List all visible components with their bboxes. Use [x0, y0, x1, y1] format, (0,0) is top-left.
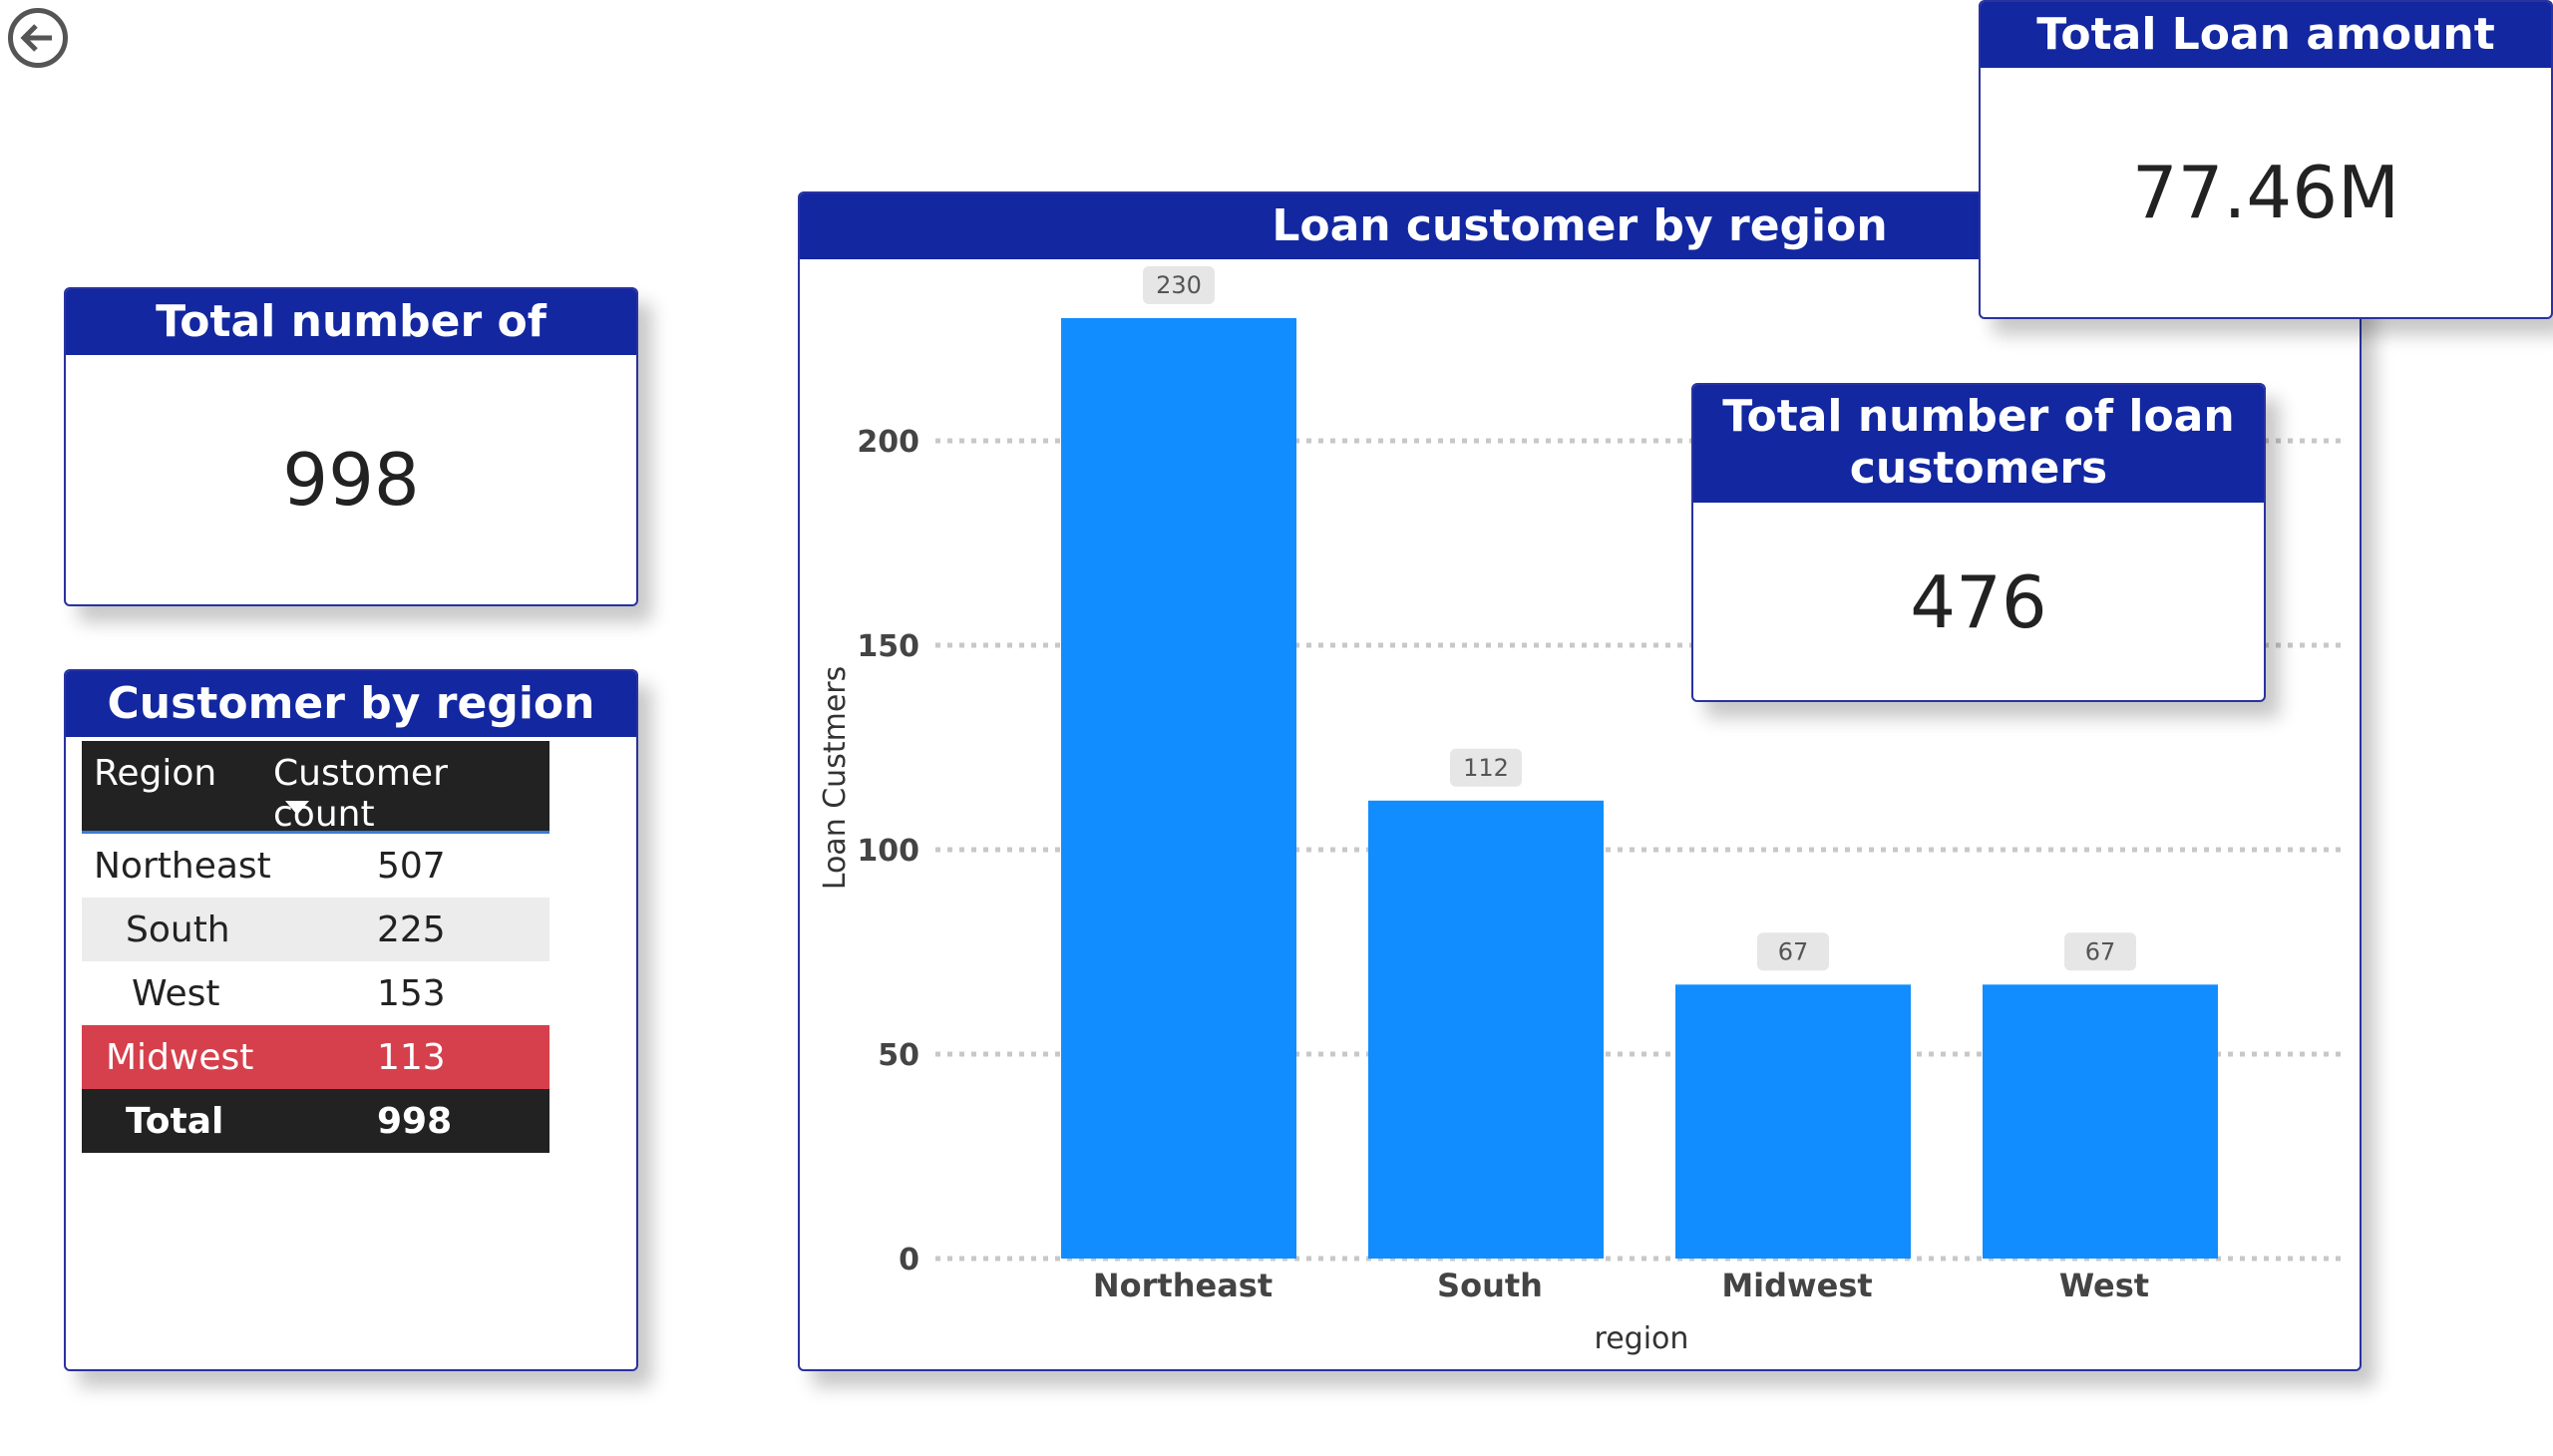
cell-count: 153	[377, 973, 446, 1014]
table-row[interactable]: Northeast 507	[82, 834, 549, 898]
chart-card-loan-customer-by-region: Loan customer by region 0 50 100 150 200 230 N…	[798, 191, 2362, 1371]
y-axis-label: Loan Custmers	[818, 666, 853, 890]
table-header: Region Customer count	[82, 741, 549, 835]
table-total-row: Total 998	[82, 1089, 549, 1153]
kpi-card-total-loan-amount: Total Loan amount 77.46M	[1979, 0, 2553, 319]
total-value: 998	[377, 1101, 453, 1142]
card-title-line-1: Total number of loan	[1722, 391, 2235, 442]
card-title: Total number of customers	[66, 289, 636, 413]
data-label: 67	[2085, 937, 2116, 965]
data-label: 230	[1156, 271, 1202, 299]
kpi-value: 476	[1910, 560, 2047, 644]
table-row[interactable]: Midwest 113	[82, 1025, 549, 1089]
y-tick-label: 150	[857, 629, 919, 664]
cell-region: Northeast	[94, 846, 271, 887]
x-tick-label: South	[1437, 1267, 1543, 1304]
x-axis-label: region	[1595, 1321, 1689, 1356]
bar	[1675, 984, 1911, 1259]
cell-region: West	[132, 973, 220, 1014]
cell-count: 113	[377, 1037, 446, 1078]
y-tick-label: 0	[899, 1243, 919, 1277]
bar	[1061, 318, 1296, 1259]
sort-descending-icon[interactable]	[285, 801, 309, 815]
kpi-card-total-customers: Total number of customers 998	[64, 287, 638, 606]
cell-region: South	[126, 910, 230, 950]
data-label: 67	[1778, 937, 1809, 965]
table-card-customer-by-region: Customer by region Region Customer count…	[64, 669, 638, 1371]
column-header-customer-count[interactable]: Customer count	[273, 753, 549, 835]
card-title: Total Loan amount	[1981, 2, 2551, 68]
card-title: Total number of loan customers	[1693, 385, 2264, 503]
cell-region: Midwest	[106, 1037, 254, 1078]
kpi-value: 77.46M	[2131, 151, 2400, 234]
back-button[interactable]	[8, 8, 68, 68]
x-tick-label: Northeast	[1093, 1267, 1273, 1304]
bar	[1368, 800, 1604, 1259]
table-row[interactable]: West 153	[82, 961, 549, 1025]
bar	[1983, 984, 2218, 1259]
kpi-card-total-loan-customers: Total number of loan customers 476	[1691, 383, 2266, 702]
y-tick-label: 50	[878, 1038, 919, 1073]
cell-count: 507	[377, 846, 446, 887]
cell-count: 225	[377, 910, 446, 950]
card-title: Customer by region	[66, 671, 636, 737]
total-label: Total	[126, 1101, 224, 1142]
customer-table: Region Customer count Northeast 507 Sout…	[82, 741, 549, 1153]
table-row[interactable]: South 225	[82, 898, 549, 961]
y-tick-label: 200	[857, 425, 919, 460]
x-tick-label: West	[2059, 1267, 2149, 1304]
arrow-left-circle-icon	[20, 24, 52, 52]
x-tick-label: Midwest	[1721, 1267, 1872, 1304]
column-header-region[interactable]: Region	[94, 753, 216, 794]
card-title-line-2: customers	[1849, 443, 2108, 494]
data-label: 112	[1463, 754, 1509, 782]
y-tick-label: 100	[857, 834, 919, 869]
